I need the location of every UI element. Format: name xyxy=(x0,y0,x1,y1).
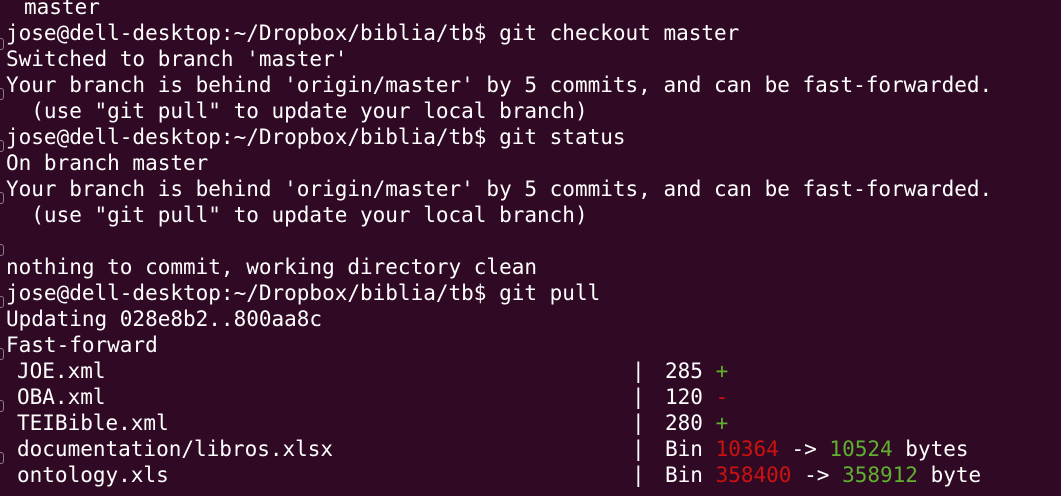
diffstat-old-size: 10364 xyxy=(715,437,779,461)
output-line: (use "git pull" to update your local bra… xyxy=(6,99,588,123)
diffstat-arrow: -> xyxy=(804,463,830,487)
diffstat-file: JOE.xml xyxy=(17,359,106,383)
diffstat-del-marks: - xyxy=(715,385,729,409)
prompt-line: jose@dell-desktop:~/Dropbox/biblia/tb$ g… xyxy=(6,125,626,149)
diffstat-count: 280 xyxy=(665,411,703,435)
diffstat-new-size: 358912 xyxy=(842,463,918,487)
diffstat-file: ontology.xls xyxy=(17,463,169,487)
edge-mark xyxy=(0,296,4,308)
edge-mark xyxy=(0,192,4,204)
output-line: nothing to commit, working directory cle… xyxy=(6,255,538,279)
diffstat-unit: bytes xyxy=(905,437,969,461)
diffstat-row: TEIBible.xml | 280 + xyxy=(6,410,1061,436)
output-line: Your branch is behind 'origin/master' by… xyxy=(6,73,993,97)
diffstat-file: OBA.xml xyxy=(17,385,106,409)
diffstat-row: ontology.xls | Bin 358400 -> 358912 byte xyxy=(6,462,1061,488)
diffstat-info: 285 + xyxy=(665,358,728,384)
diffstat-add-marks: + xyxy=(715,411,729,435)
prompt-line: jose@dell-desktop:~/Dropbox/biblia/tb$ g… xyxy=(6,21,740,45)
diffstat-separator: | xyxy=(632,385,645,409)
diffstat-count: 285 xyxy=(665,359,703,383)
output-line: Your branch is behind 'origin/master' by… xyxy=(6,177,993,201)
terminal-window[interactable]: master jose@dell-desktop:~/Dropbox/bibli… xyxy=(0,0,1061,496)
diffstat-bin-label: Bin xyxy=(665,437,703,461)
terminal-output: master jose@dell-desktop:~/Dropbox/bibli… xyxy=(6,0,1061,496)
diffstat-info: Bin 10364 -> 10524 bytes xyxy=(665,436,969,462)
edge-mark xyxy=(0,140,4,152)
diffstat-separator: | xyxy=(632,463,645,487)
edge-mark xyxy=(0,348,4,360)
diffstat-old-size: 358400 xyxy=(715,463,792,487)
diffstat-separator: | xyxy=(632,437,645,461)
diffstat-unit: byte xyxy=(930,463,982,487)
edge-mark xyxy=(0,88,4,100)
diffstat-add-marks: + xyxy=(715,359,729,383)
prompt-line: jose@dell-desktop:~/Dropbox/biblia/tb$ g… xyxy=(6,281,601,305)
diffstat-new-size: 10524 xyxy=(829,437,893,461)
left-edge-artifacts xyxy=(0,0,4,496)
output-line: On branch master xyxy=(6,151,209,175)
diffstat-row: OBA.xml | 120 - xyxy=(6,384,1061,410)
diffstat-row: JOE.xml | 285 + xyxy=(6,358,1061,384)
diffstat-row: documentation/libros.xlsx | Bin 10364 ->… xyxy=(6,436,1061,462)
diffstat-separator: | xyxy=(632,411,645,435)
output-line: Switched to branch 'master' xyxy=(6,47,348,71)
diffstat-info: 120 - xyxy=(665,384,728,410)
output-line: Updating 028e8b2..800aa8c xyxy=(6,307,323,331)
diffstat-count: 120 xyxy=(665,385,703,409)
diffstat-separator: | xyxy=(632,359,645,383)
edge-mark xyxy=(0,38,4,50)
output-line: (use "git pull" to update your local bra… xyxy=(6,203,588,227)
diffstat-info: Bin 358400 -> 358912 byte xyxy=(665,462,981,488)
edge-mark xyxy=(0,244,4,256)
diffstat-info: 280 + xyxy=(665,410,728,436)
partial-top-line: master xyxy=(24,0,100,19)
diffstat-arrow: -> xyxy=(791,437,817,461)
output-line: Fast-forward xyxy=(6,333,158,357)
diffstat-file: TEIBible.xml xyxy=(17,411,169,435)
partial-bottom-line: s xyxy=(6,488,1061,496)
diffstat-bin-label: Bin xyxy=(665,463,703,487)
diffstat-file: documentation/libros.xlsx xyxy=(17,437,334,461)
edge-mark xyxy=(0,400,4,412)
edge-mark xyxy=(0,452,4,464)
